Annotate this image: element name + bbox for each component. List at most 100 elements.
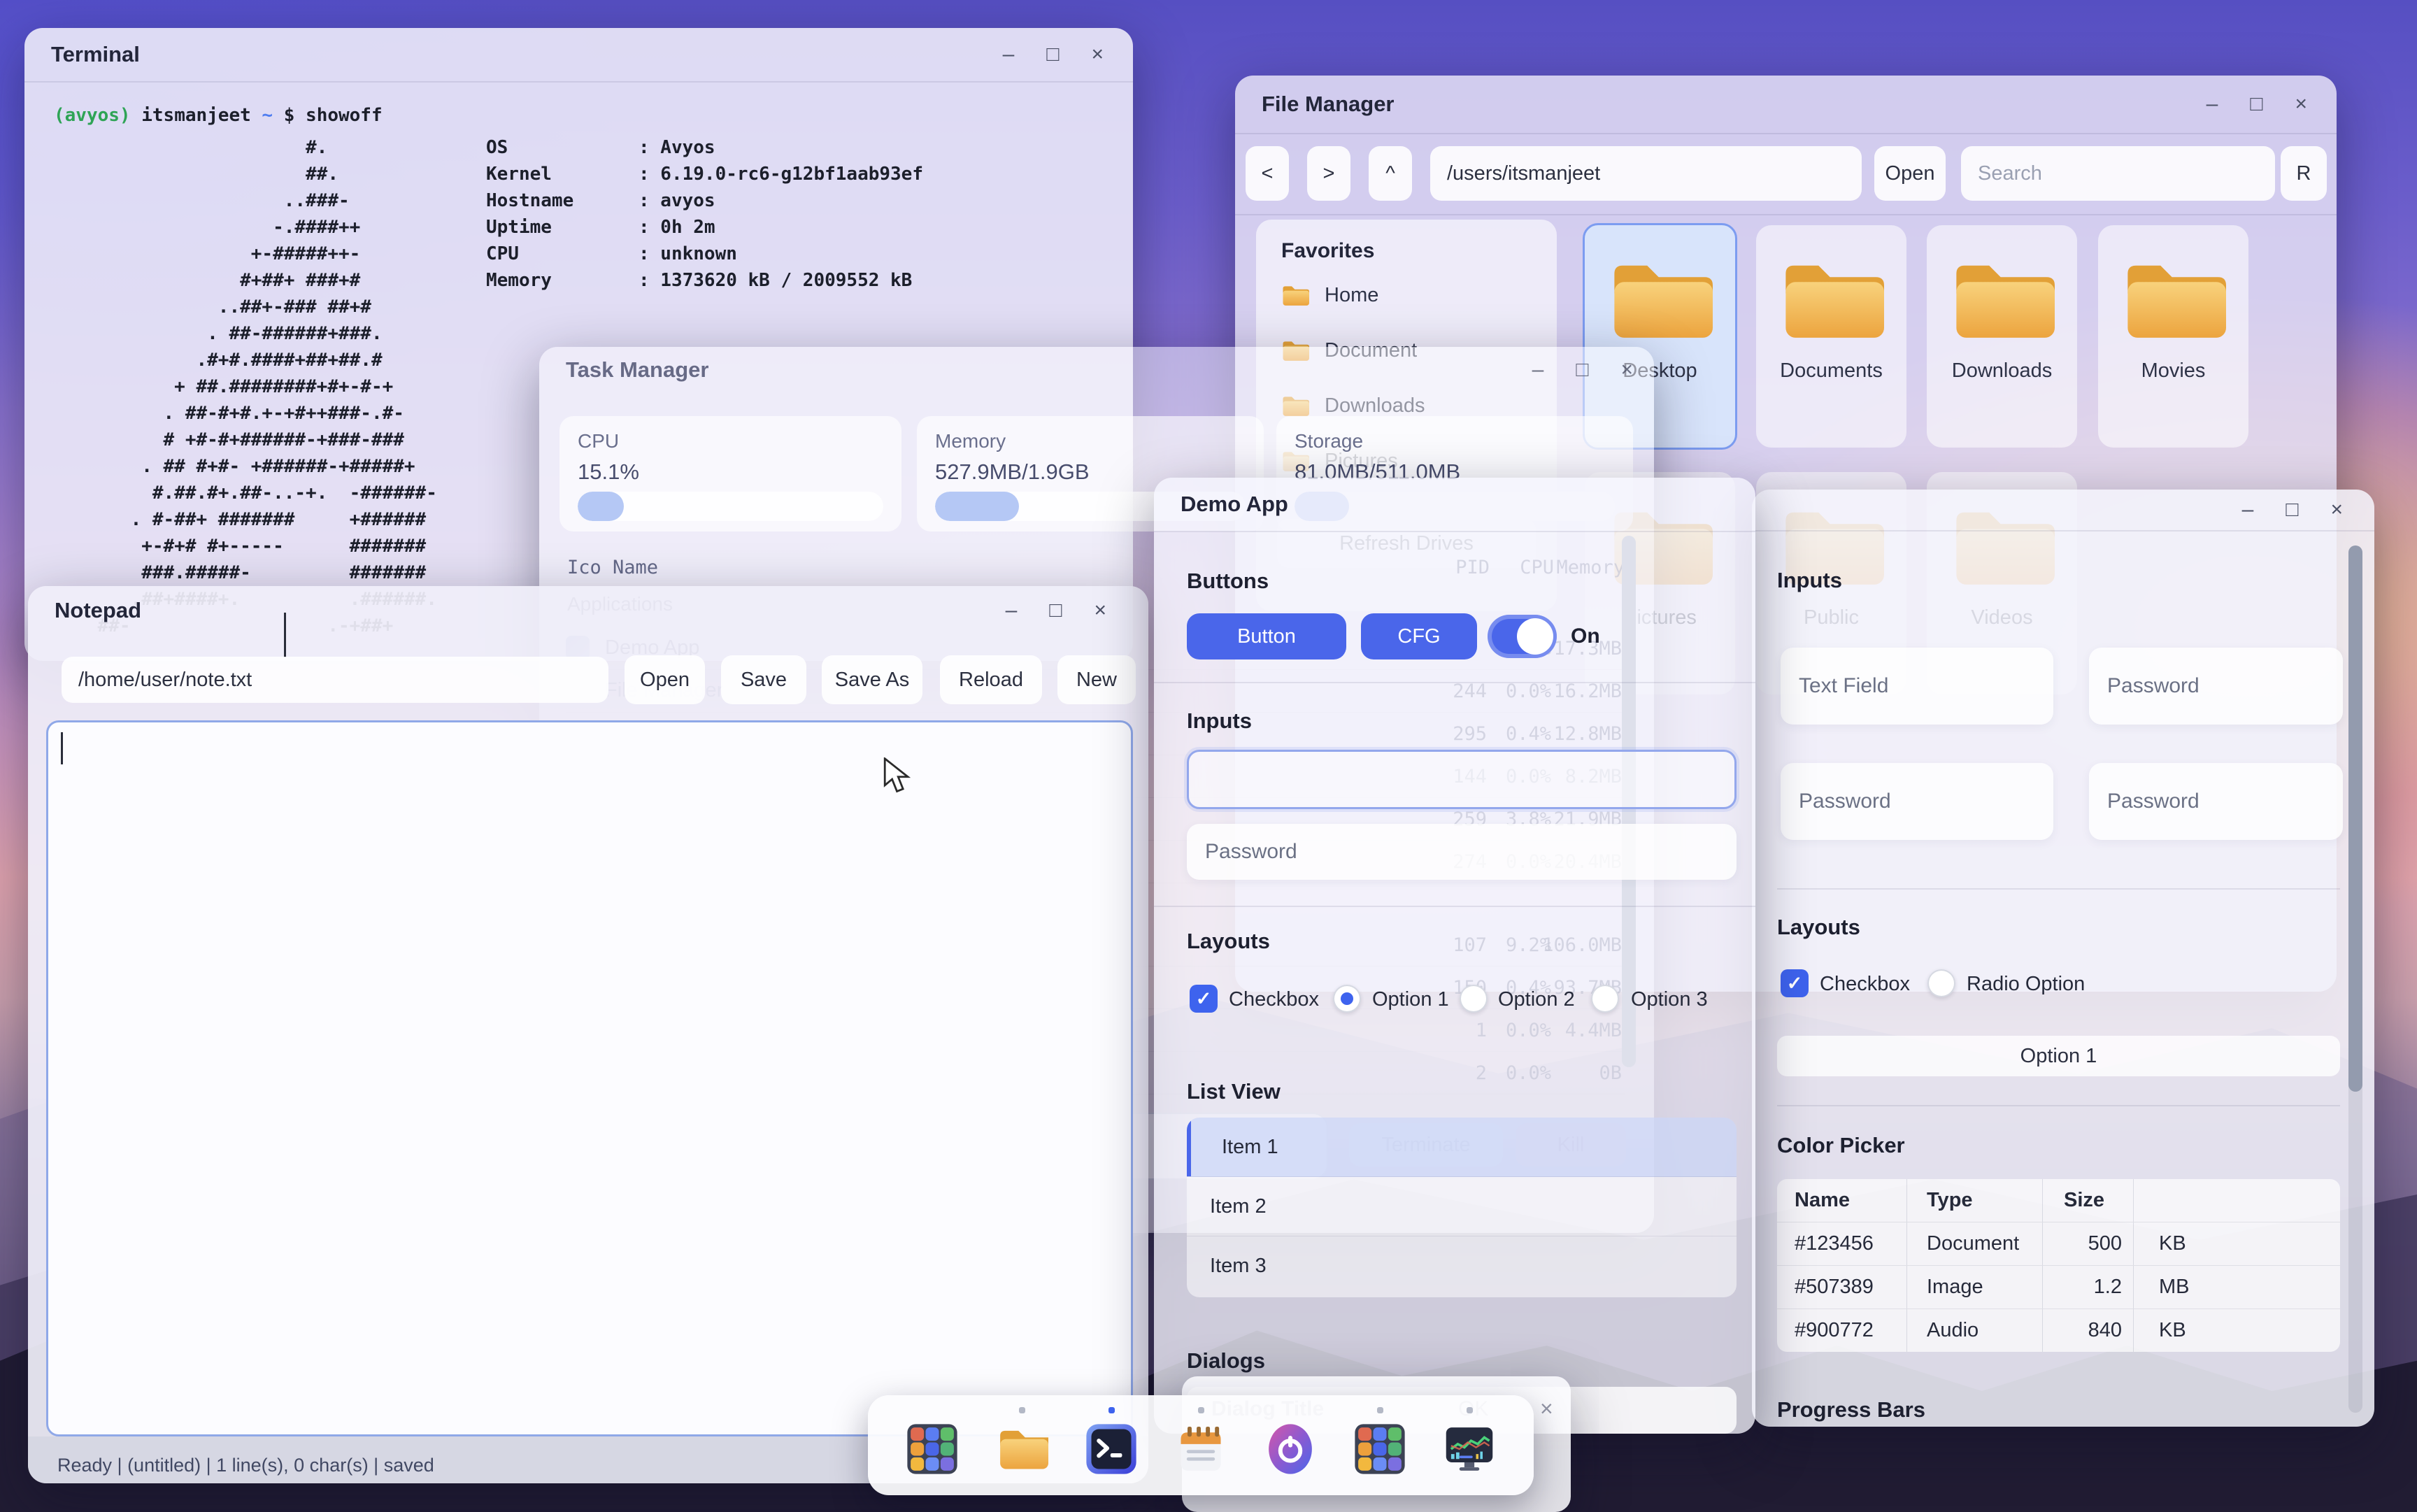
dock-icon-app-launcher[interactable] bbox=[906, 1422, 959, 1476]
maximize-icon[interactable]: □ bbox=[1049, 600, 1062, 621]
minimize-icon[interactable]: – bbox=[2242, 499, 2254, 520]
demo-wide-scrollbar[interactable] bbox=[2348, 545, 2362, 1413]
radio-unselected[interactable] bbox=[1927, 969, 1955, 997]
table-row[interactable]: #123456 Document 500 KB bbox=[1777, 1222, 2340, 1266]
text-input-focused[interactable] bbox=[1187, 750, 1737, 809]
col-size: Size bbox=[2043, 1179, 2134, 1222]
minimize-icon[interactable]: – bbox=[1532, 359, 1544, 380]
maximize-icon[interactable]: □ bbox=[2250, 94, 2262, 115]
folder-icon bbox=[1779, 257, 1884, 343]
demo-app-titlebar[interactable]: Demo App bbox=[1154, 478, 1755, 532]
radio-unselected[interactable] bbox=[1460, 985, 1488, 1013]
option-1-button[interactable]: Option 1 bbox=[1777, 1036, 2340, 1076]
dock-icon-system-monitor[interactable] bbox=[1443, 1422, 1496, 1476]
minimize-icon[interactable]: – bbox=[1006, 600, 1018, 621]
prompt-command: $ showoff bbox=[273, 105, 383, 126]
terminal-icon bbox=[1085, 1422, 1138, 1476]
minimize-icon[interactable]: – bbox=[2206, 94, 2218, 115]
dock-icon-demo-app[interactable] bbox=[1353, 1422, 1406, 1476]
table-row[interactable]: #507389 Image 1.2 MB bbox=[1777, 1266, 2340, 1309]
app-grid-icon bbox=[1353, 1422, 1406, 1476]
radio-unselected[interactable] bbox=[1591, 985, 1619, 1013]
password-input[interactable]: Password bbox=[1187, 824, 1737, 880]
table-row[interactable]: #900772 Audio 840 KB bbox=[1777, 1309, 2340, 1352]
path-input[interactable] bbox=[1430, 146, 1862, 201]
toggle-label: On bbox=[1571, 625, 1600, 648]
sidebar-item-home[interactable]: Home bbox=[1281, 284, 1378, 307]
list-view[interactable]: Item 1 Item 2 Item 3 bbox=[1187, 1118, 1737, 1297]
notepad-titlebar[interactable]: Notepad – □ × bbox=[28, 586, 1148, 635]
maximize-icon[interactable]: □ bbox=[1576, 359, 1588, 380]
info-label: OS bbox=[486, 134, 639, 161]
radio-label: Option 1 bbox=[1372, 988, 1449, 1011]
terminal-titlebar[interactable]: Terminal – □ × bbox=[24, 28, 1133, 83]
new-button[interactable]: New bbox=[1057, 655, 1136, 704]
text-field-input[interactable]: Text Field bbox=[1781, 648, 2053, 725]
folder-icon bbox=[1608, 257, 1713, 343]
cfg-button[interactable]: CFG bbox=[1361, 613, 1477, 659]
close-icon[interactable]: × bbox=[1540, 1396, 1553, 1422]
running-indicator bbox=[1377, 1407, 1383, 1413]
info-value: : 1373620 kB / 2009552 kB bbox=[639, 267, 912, 294]
close-icon[interactable]: × bbox=[2295, 94, 2307, 115]
demo-wide-titlebar[interactable]: – □ × bbox=[1752, 490, 2374, 532]
col-name: Name bbox=[1777, 1179, 1907, 1222]
notepad-window[interactable]: Notepad – □ × Open Save Save As Reload N… bbox=[28, 586, 1148, 1483]
close-icon[interactable]: × bbox=[1091, 44, 1104, 65]
color-picker-heading: Color Picker bbox=[1777, 1133, 1905, 1158]
close-icon[interactable]: × bbox=[1094, 600, 1106, 621]
folder-tile-downloads[interactable]: Downloads bbox=[1927, 225, 2077, 448]
dock-icon-file-manager[interactable] bbox=[995, 1422, 1048, 1476]
up-button[interactable]: ^ bbox=[1369, 146, 1412, 201]
folder-tile-documents[interactable]: Documents bbox=[1756, 225, 1906, 448]
close-icon[interactable]: × bbox=[1620, 359, 1633, 380]
checkbox-checked[interactable] bbox=[1190, 985, 1218, 1013]
table-header-row: Name Type Size bbox=[1777, 1179, 2340, 1222]
radio-selected[interactable] bbox=[1333, 985, 1361, 1013]
info-label: Memory bbox=[486, 267, 639, 294]
forward-button[interactable]: > bbox=[1307, 146, 1350, 201]
dock-icon-notepad[interactable] bbox=[1174, 1422, 1227, 1476]
save-button[interactable]: Save bbox=[721, 655, 806, 704]
task-manager-titlebar[interactable]: Task Manager – □ × bbox=[539, 347, 1654, 393]
file-manager-titlebar[interactable]: File Manager – □ × bbox=[1235, 76, 2337, 134]
search-input[interactable] bbox=[1961, 146, 2275, 201]
minimize-icon[interactable]: – bbox=[1003, 44, 1015, 65]
maximize-icon[interactable]: □ bbox=[1046, 44, 1059, 65]
buttons-heading: Buttons bbox=[1187, 569, 1269, 594]
prompt-user: itsmanjeet bbox=[131, 105, 262, 126]
button-demo[interactable]: Button bbox=[1187, 613, 1346, 659]
demo-app-window[interactable]: Demo App Buttons Button CFG On Inputs Pa… bbox=[1154, 478, 1755, 1434]
file-path-input[interactable] bbox=[62, 657, 608, 703]
progress-bars-heading: Progress Bars bbox=[1777, 1397, 1925, 1422]
password-input[interactable]: Password bbox=[2089, 763, 2343, 840]
password-input[interactable]: Password bbox=[2089, 648, 2343, 725]
shell-prompt: (avyos) itsmanjeet ~ $ showoff bbox=[54, 105, 383, 126]
list-item[interactable]: Item 3 bbox=[1187, 1236, 1737, 1295]
list-item-selected[interactable]: Item 1 bbox=[1187, 1118, 1737, 1177]
text-editor-area[interactable] bbox=[46, 720, 1133, 1436]
checkbox-checked[interactable] bbox=[1781, 969, 1809, 997]
refresh-button[interactable]: R bbox=[2281, 146, 2327, 201]
back-button[interactable]: < bbox=[1246, 146, 1289, 201]
column-ico-name: Ico Name bbox=[567, 557, 658, 578]
close-icon[interactable]: × bbox=[2330, 499, 2343, 520]
maximize-icon[interactable]: □ bbox=[2286, 499, 2298, 520]
password-input[interactable]: Password bbox=[1781, 763, 2053, 840]
folder-tile-movies[interactable]: Movies bbox=[2098, 225, 2248, 448]
info-label: Hostname bbox=[486, 187, 639, 214]
list-item[interactable]: Item 2 bbox=[1187, 1177, 1737, 1236]
info-label: CPU bbox=[486, 241, 639, 267]
dock-icon-power[interactable] bbox=[1264, 1422, 1317, 1476]
dock-icon-terminal[interactable] bbox=[1085, 1422, 1138, 1476]
save-as-button[interactable]: Save As bbox=[822, 655, 922, 704]
demo-app-wide-window[interactable]: – □ × Inputs Text Field Password Passwor… bbox=[1752, 490, 2374, 1427]
toggle-switch-on[interactable] bbox=[1488, 615, 1557, 658]
dock bbox=[868, 1395, 1534, 1495]
radio-label: Option 2 bbox=[1498, 988, 1575, 1011]
color-picker-table[interactable]: Name Type Size #123456 Document 500 KB #… bbox=[1777, 1179, 2340, 1352]
open-button[interactable]: Open bbox=[625, 655, 705, 704]
open-button[interactable]: Open bbox=[1874, 146, 1946, 201]
cpu-bar bbox=[578, 492, 883, 521]
reload-button[interactable]: Reload bbox=[940, 655, 1042, 704]
